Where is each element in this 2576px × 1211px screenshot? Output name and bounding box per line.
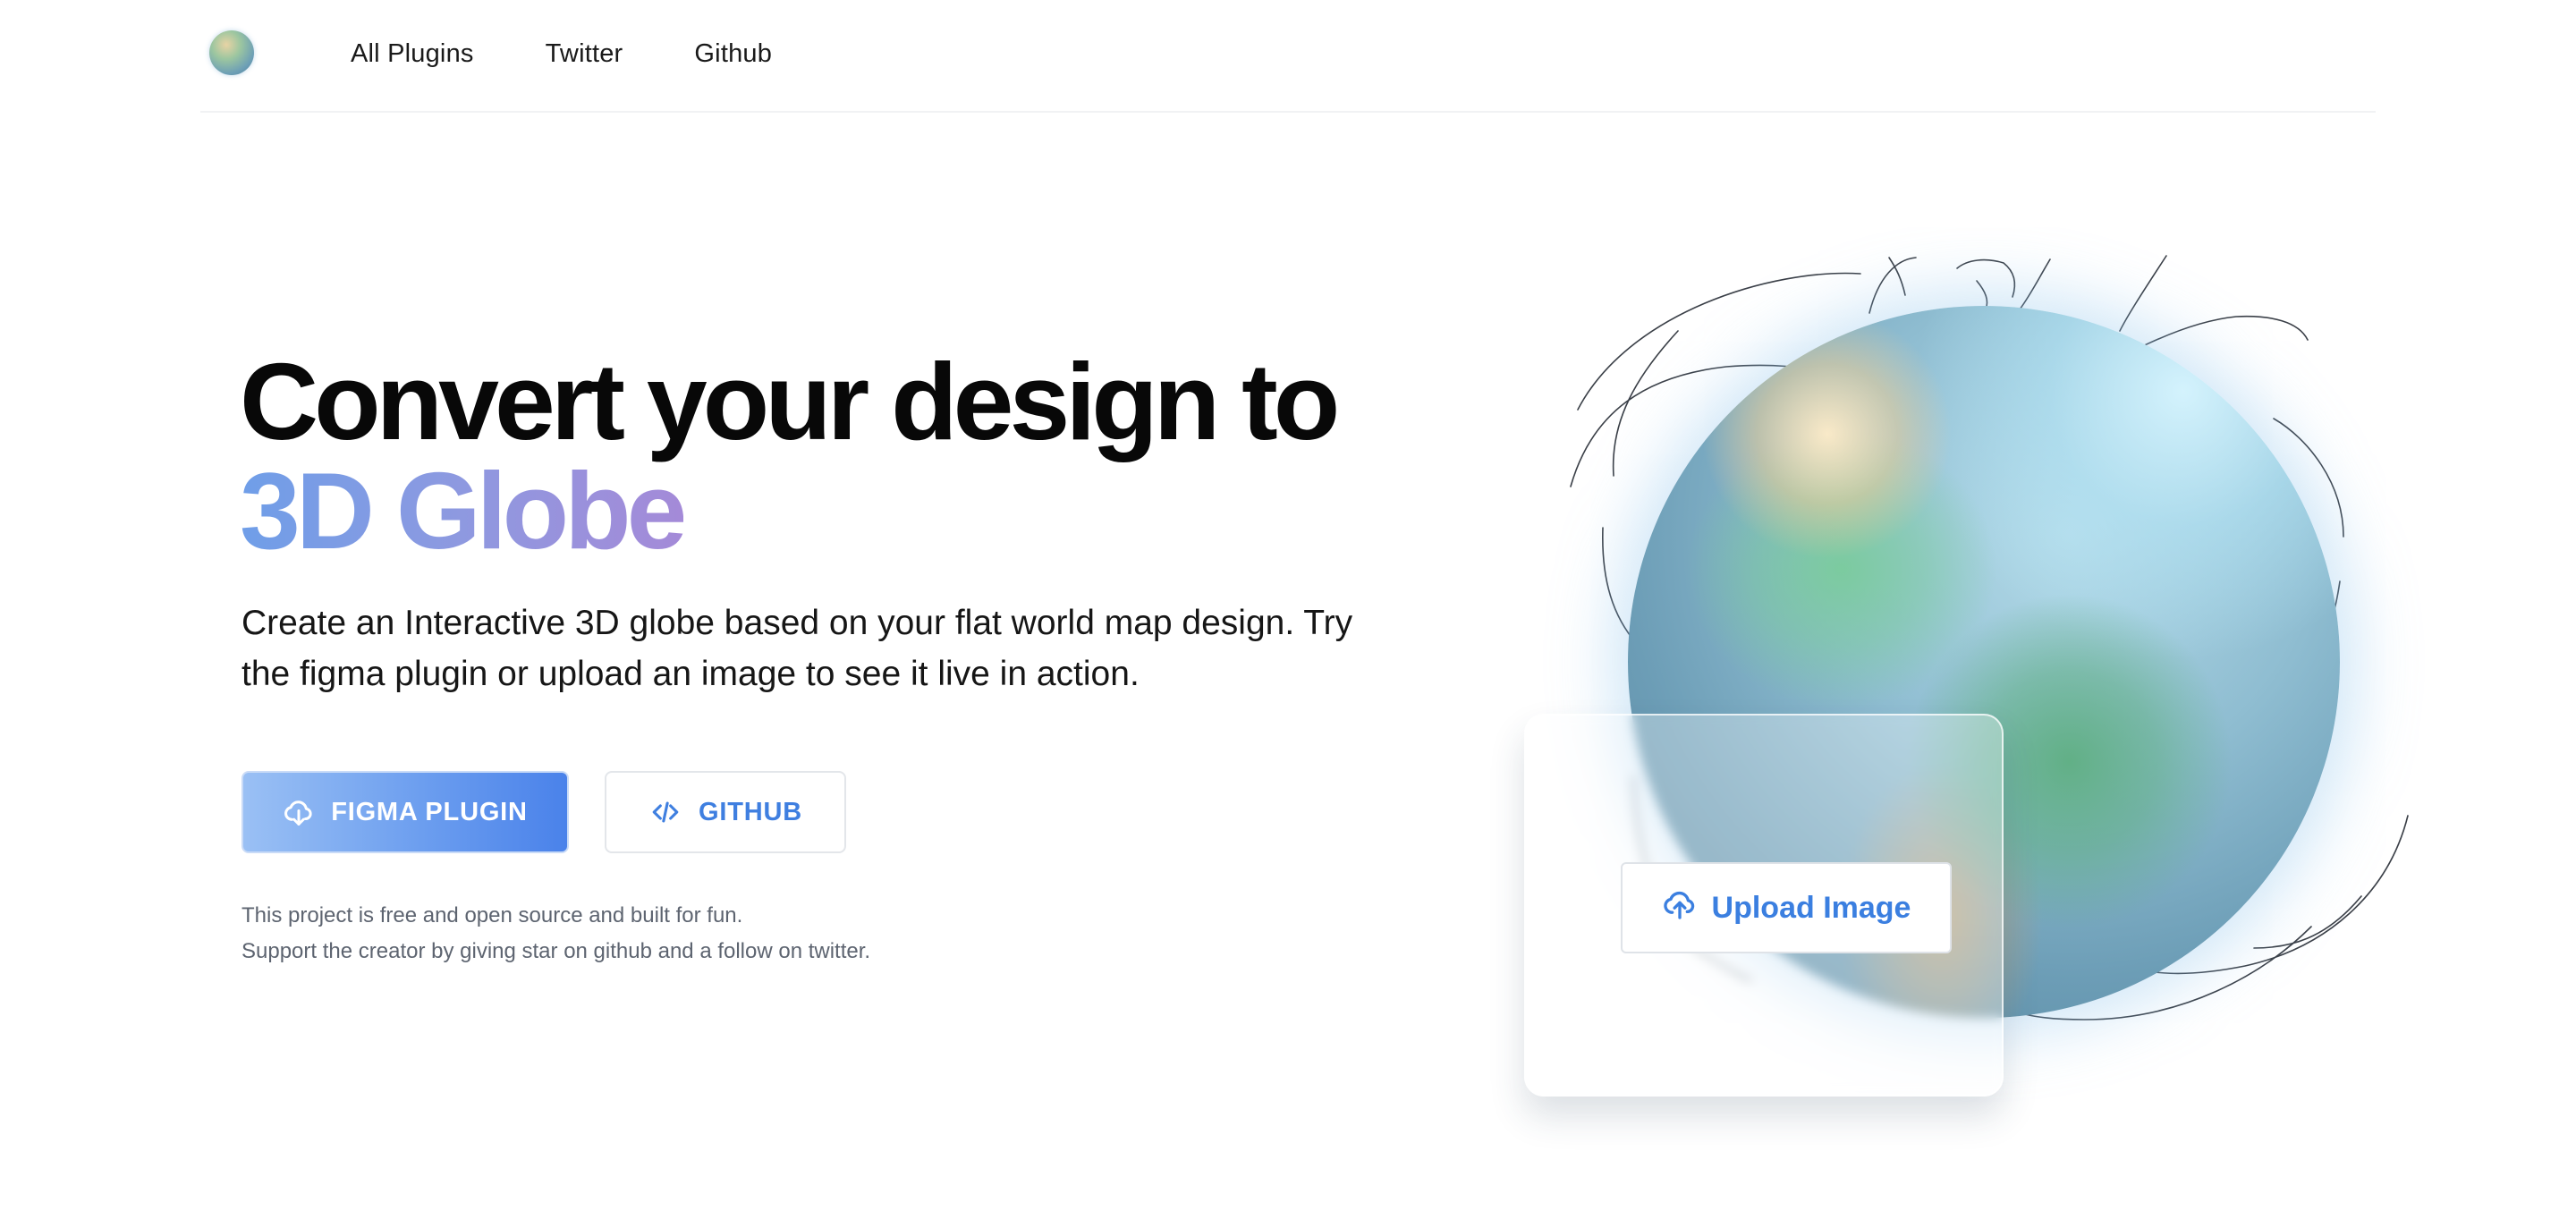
hero-subtitle-line-2: the figma plugin or upload an image to s… [242,655,1140,693]
hero-title-highlight: 3D Globe [240,450,688,572]
hero-title: Convert your design to 3D Globe [240,347,1402,565]
figma-plugin-button-label: FIGMA PLUGIN [331,797,528,826]
main-nav: All Plugins Twitter Github [351,0,772,107]
upload-card: Upload Image [1524,714,2004,1097]
top-navigation-bar: All Plugins Twitter Github [200,0,2376,113]
code-icon [648,797,682,827]
upload-image-label: Upload Image [1711,890,1911,925]
project-note: This project is free and open source and… [242,898,870,970]
hero-subtitle-line-1: Create an Interactive 3D globe based on … [242,604,1353,642]
cloud-download-icon [283,796,315,828]
nav-link-github[interactable]: Github [694,39,772,69]
hero-subtitle: Create an Interactive 3D globe based on … [242,597,1377,699]
hero-title-line-1: Convert your design to [240,341,1340,462]
figma-plugin-button[interactable]: FIGMA PLUGIN [242,771,569,853]
globe-scene: Upload Image [1503,241,2433,1118]
cloud-upload-icon [1662,886,1698,930]
project-note-line-2: Support the creator by giving star on gi… [242,939,871,963]
project-note-line-1: This project is free and open source and… [242,903,743,927]
github-button[interactable]: GITHUB [605,771,846,853]
upload-image-button[interactable]: Upload Image [1621,862,1952,953]
globe-logo-icon[interactable] [209,30,254,75]
nav-link-all-plugins[interactable]: All Plugins [351,39,474,69]
nav-link-twitter[interactable]: Twitter [546,39,623,69]
github-button-label: GITHUB [699,797,802,826]
